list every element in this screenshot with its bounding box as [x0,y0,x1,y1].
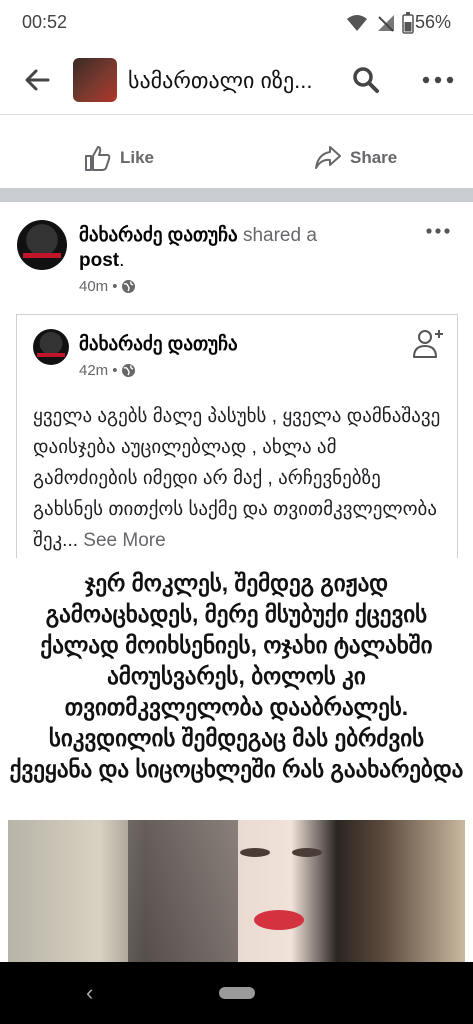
meta-separator: • [112,278,118,295]
shared-a-text: shared a [242,225,317,246]
post-link-line: post. [79,250,124,272]
post-period: . [119,250,125,271]
portrait-hair-shade [128,820,238,962]
portrait-eye-right [292,848,322,857]
battery-icon [402,12,414,34]
post-image[interactable]: ჯერ მოკლეს, შემდეგ გიჟად გამოაცხადეს, მე… [8,558,465,962]
shared-author-name[interactable]: მახარაძე დათუჩა [79,333,238,356]
feed-divider [0,188,473,202]
cellular-signal-icon [378,15,394,32]
like-label: Like [120,148,155,167]
system-navigation-bar: ‹ [0,962,473,1024]
post-meta: 40m • [79,278,136,295]
nav-back-icon[interactable]: ‹ [86,980,93,1006]
page-title[interactable]: სამართალი იზე... [128,68,312,94]
page-avatar[interactable] [73,58,117,102]
shared-post-body: ყველა აგებს მალე პასუხს , ყველა დამნაშავ… [33,401,443,556]
image-caption-text: ჯერ მოკლეს, შემდეგ გიჟად გამოაცხადეს, მე… [9,570,464,782]
status-bar: 00:52 56% [0,0,473,46]
post-more-icon[interactable] [426,227,450,235]
globe-icon [122,280,136,293]
shared-author-avatar[interactable] [33,329,69,365]
add-friend-icon[interactable] [413,327,445,359]
wifi-icon [347,15,367,31]
post-action-bar: Like Share [0,130,473,188]
battery-percentage: 56% [414,12,451,32]
like-button[interactable]: Like [84,144,154,172]
status-time: 00:52 [22,12,68,32]
share-arrow-icon [315,146,341,169]
shared-post-meta: 42m • [79,362,136,379]
see-more-link[interactable]: See More [83,530,165,551]
top-app-bar: სამართალი იზე... [0,46,473,115]
share-label: Share [350,148,398,167]
nav-home-pill[interactable] [219,987,255,999]
share-button[interactable]: Share [314,144,397,172]
globe-icon [122,364,136,377]
back-arrow-icon[interactable] [24,68,50,92]
portrait-lips [254,910,304,930]
shared-meta-separator: • [112,362,118,379]
portrait-eye-left [240,848,270,857]
post-author-name[interactable]: მახარაძე დათუჩა [79,225,238,246]
author-avatar[interactable] [17,220,67,270]
post-author-line: მახარაძე დათუჩა shared a [79,224,317,247]
more-options-icon[interactable] [422,76,454,84]
post-timestamp[interactable]: 40m [79,278,108,295]
thumbs-up-icon [85,146,111,171]
post-link[interactable]: post [79,250,119,271]
search-icon[interactable] [352,66,380,94]
shared-post-card[interactable]: მახარაძე დათუჩა 42m • ყველა აგებს მალე პ… [16,314,458,575]
shared-post-timestamp[interactable]: 42m [79,362,108,379]
